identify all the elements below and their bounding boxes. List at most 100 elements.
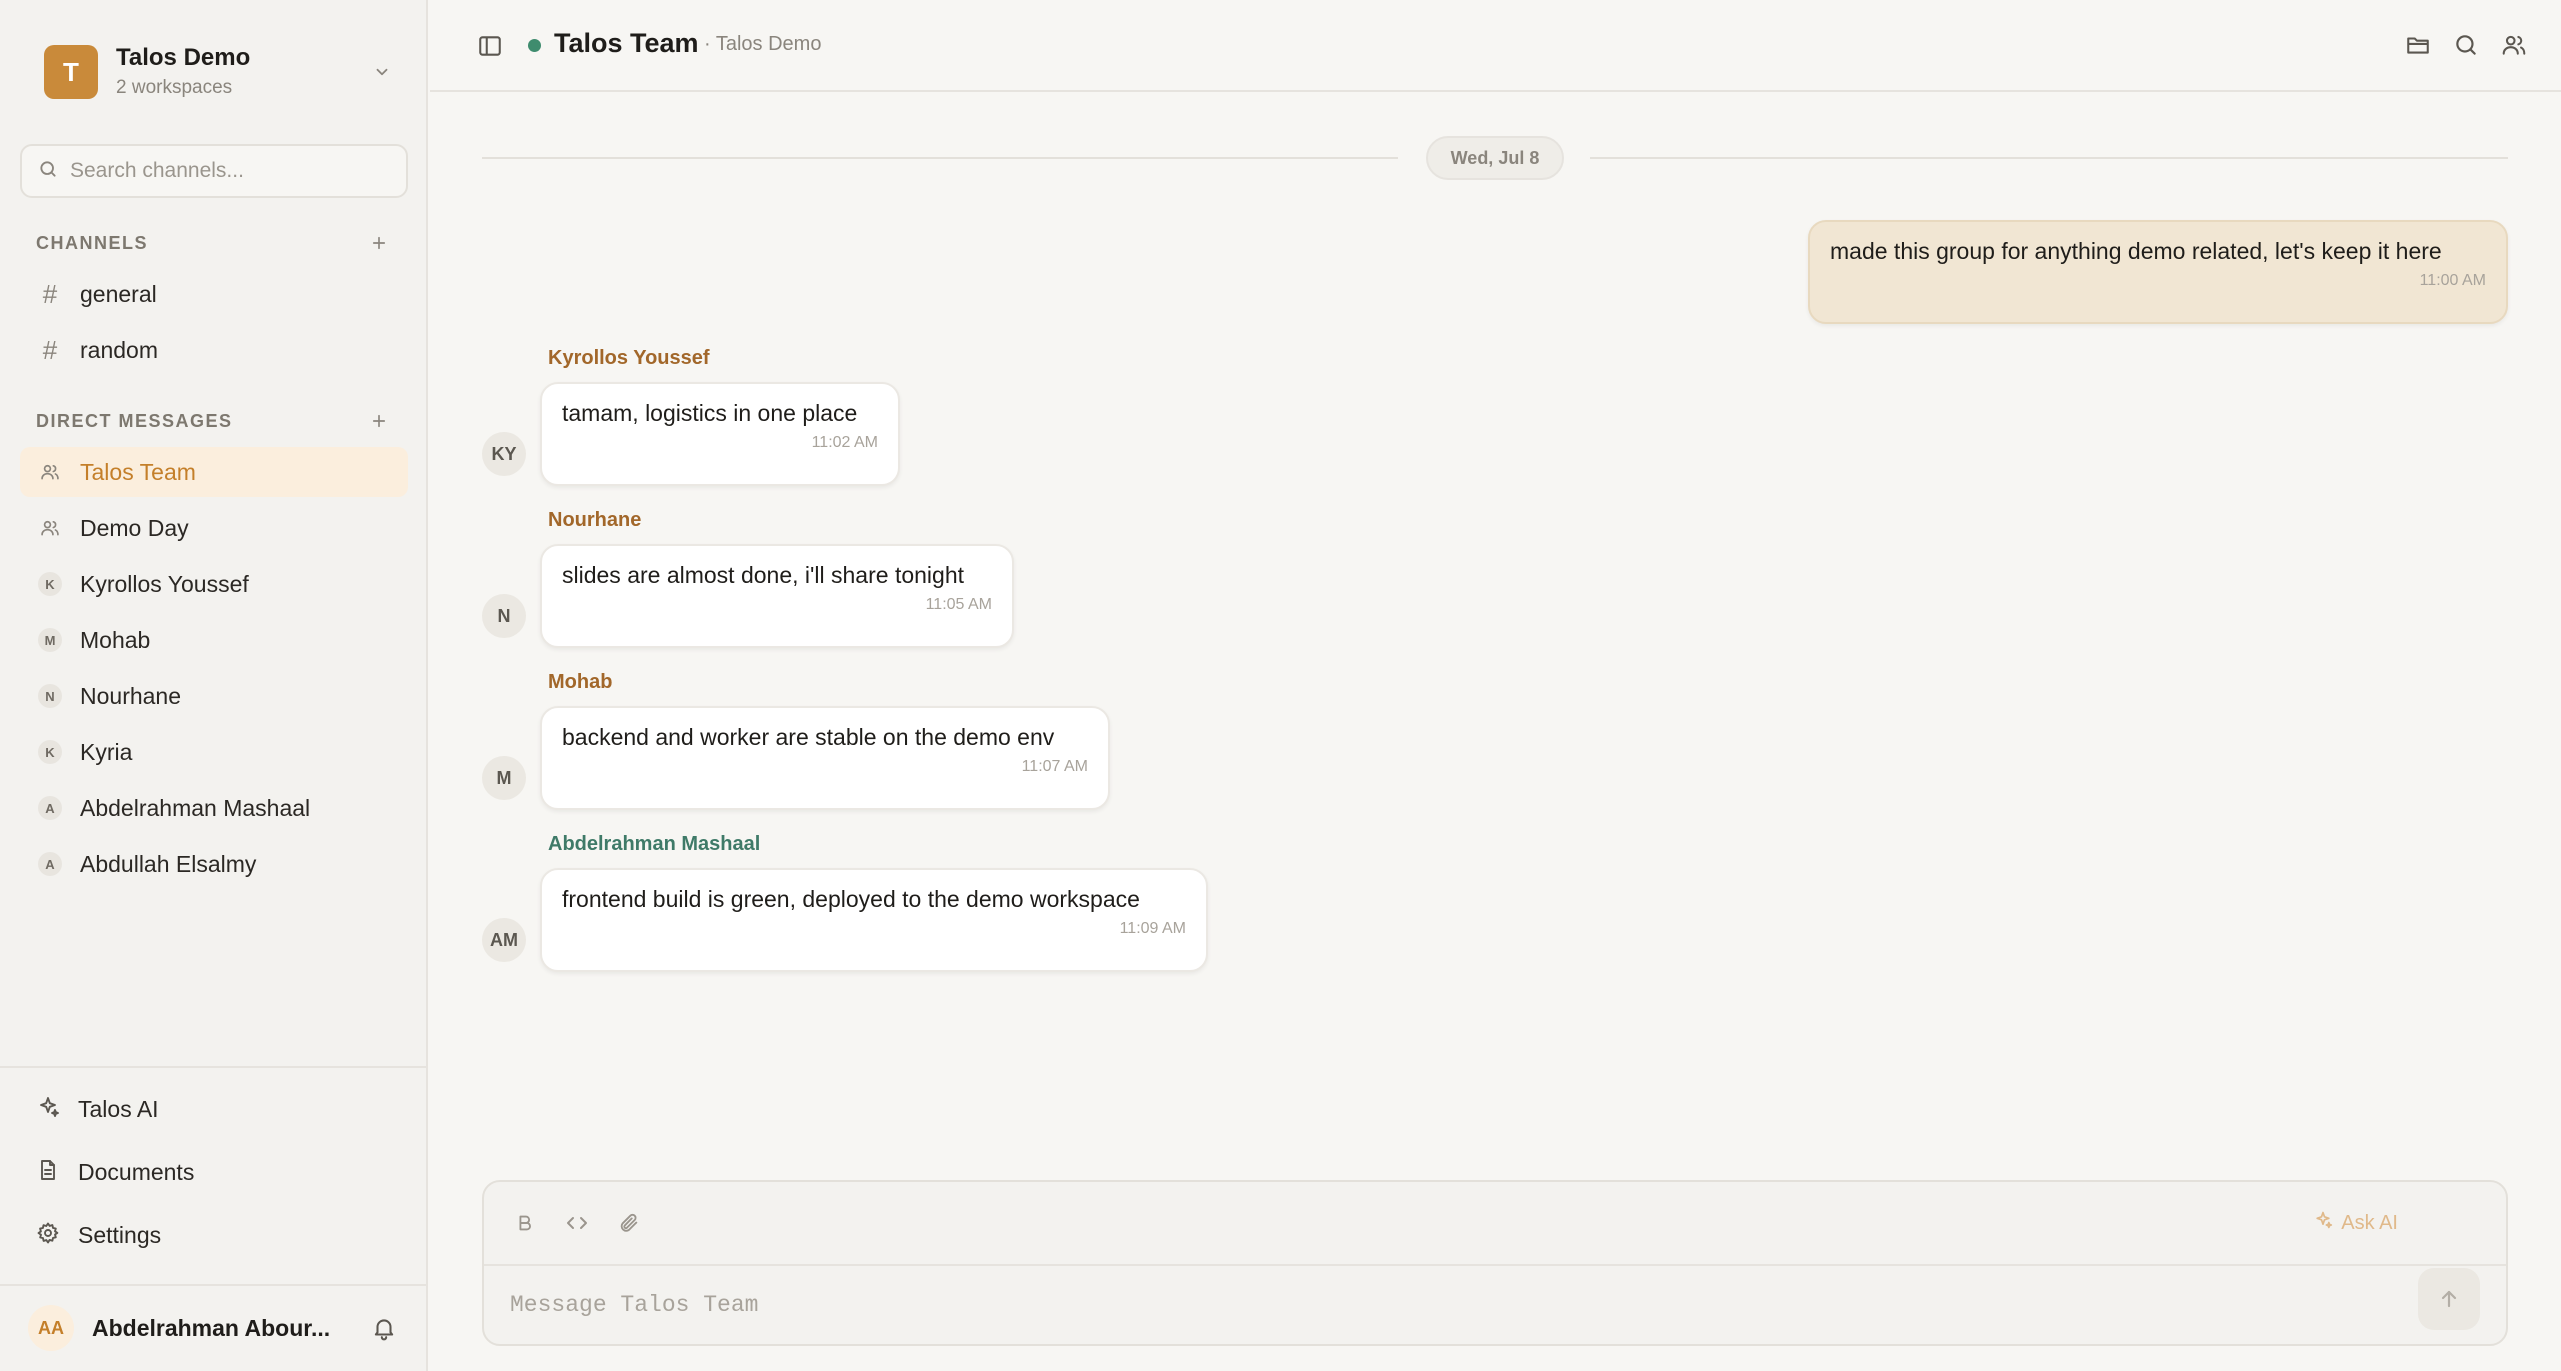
folder-icon[interactable] <box>2401 28 2435 62</box>
message-input[interactable] <box>510 1280 2350 1330</box>
message-sender: Nourhane <box>548 509 642 531</box>
page-title: Talos Team <box>554 28 699 58</box>
dm-avatar: A <box>38 852 62 876</box>
bell-icon[interactable] <box>368 1312 400 1344</box>
dm-label: Kyrollos Youssef <box>80 570 249 597</box>
channel-item-general[interactable]: # general <box>20 269 408 319</box>
dm-item-mohab[interactable]: M Mohab <box>20 615 408 665</box>
dm-item-kyrollos-youssef[interactable]: K Kyrollos Youssef <box>20 559 408 609</box>
message-text: slides are almost done, i'll share tonig… <box>562 562 964 588</box>
message-bubble-own[interactable]: made this group for anything demo relate… <box>1808 220 2508 324</box>
channel-label: general <box>80 280 157 307</box>
message-text: backend and worker are stable on the dem… <box>562 724 1055 750</box>
dm-avatar: M <box>38 628 62 652</box>
date-divider: Wed, Jul 8 <box>1426 136 1564 180</box>
group-icon <box>38 460 62 484</box>
status-dot <box>528 39 541 52</box>
message-bubble[interactable]: backend and worker are stable on the dem… <box>540 706 1110 810</box>
message-text: made this group for anything demo relate… <box>1830 238 2442 264</box>
channels-section-header: CHANNELS <box>36 228 392 258</box>
dm-avatar: K <box>38 740 62 764</box>
workspace-info: Talos Demo 2 workspaces <box>116 43 368 101</box>
dm-item-nourhane[interactable]: N Nourhane <box>20 671 408 721</box>
message-time: 11:07 AM <box>1021 758 1088 775</box>
workspace-switcher[interactable]: T Talos Demo 2 workspaces <box>44 40 396 104</box>
add-channel-icon[interactable] <box>366 230 392 256</box>
nav-label: Documents <box>78 1158 195 1185</box>
arrow-up-icon <box>2441 1290 2457 1308</box>
message-text: tamam, logistics in one place <box>562 400 858 426</box>
search-icon[interactable] <box>2449 28 2483 62</box>
nav-label: Settings <box>78 1221 162 1248</box>
message-time: 11:02 AM <box>811 434 878 451</box>
message-bubble[interactable]: slides are almost done, i'll share tonig… <box>540 544 1014 648</box>
send-button[interactable] <box>2418 1268 2480 1330</box>
user-bar-divider <box>0 1284 428 1286</box>
chevron-down-icon[interactable] <box>368 58 396 86</box>
gear-icon <box>36 1221 60 1250</box>
message-bubble[interactable]: tamam, logistics in one place 11:02 AM <box>540 382 900 486</box>
sidebar-divider <box>0 1066 428 1068</box>
ask-ai-label: Ask AI <box>2341 1211 2398 1234</box>
dm-item-abdullah-elsalmy[interactable]: A Abdullah Elsalmy <box>20 839 408 889</box>
workspace-subtitle: 2 workspaces <box>116 77 233 98</box>
avatar: AA <box>28 1305 74 1351</box>
composer-divider <box>484 1264 2506 1266</box>
date-divider-line <box>1590 157 2508 159</box>
sparkle-icon <box>36 1095 60 1124</box>
message-sender: Abdelrahman Mashaal <box>548 833 761 855</box>
avatar: M <box>482 756 526 800</box>
dm-label: Kyria <box>80 738 133 765</box>
current-user-bar[interactable]: AA Abdelrahman Abour... <box>28 1302 400 1354</box>
date-divider-line <box>482 157 1398 159</box>
search-icon <box>38 159 58 184</box>
current-user-name: Abdelrahman Abour... <box>92 1314 331 1341</box>
message-sender: Mohab <box>548 671 613 693</box>
dm-label: Abdullah Elsalmy <box>80 850 257 877</box>
paperclip-icon[interactable] <box>614 1208 644 1238</box>
group-icon <box>38 516 62 540</box>
hash-icon: # <box>42 278 58 309</box>
message-text: frontend build is green, deployed to the… <box>562 886 1140 912</box>
nav-label: Talos AI <box>78 1095 159 1122</box>
nav-talos-ai[interactable]: Talos AI <box>20 1083 408 1135</box>
dm-label: Mohab <box>80 626 151 653</box>
dm-section-header: DIRECT MESSAGES <box>36 406 392 436</box>
dm-item-kyria[interactable]: K Kyria <box>20 727 408 777</box>
nav-documents[interactable]: Documents <box>20 1146 408 1198</box>
document-icon <box>36 1158 60 1187</box>
dm-item-abdelrahman-mashaal[interactable]: A Abdelrahman Mashaal <box>20 783 408 833</box>
dm-avatar: K <box>38 572 62 596</box>
workspace-logo: T <box>44 45 98 99</box>
channel-label: random <box>80 336 158 363</box>
page-subtitle: · Talos Demo <box>704 33 822 55</box>
dm-item-demo-day[interactable]: Demo Day <box>20 503 408 553</box>
dm-label: Demo Day <box>80 514 189 541</box>
dm-item-talos-team[interactable]: Talos Team <box>20 447 408 497</box>
sparkle-icon <box>2313 1210 2333 1236</box>
hash-icon: # <box>42 334 58 365</box>
sidebar-toggle-icon[interactable] <box>474 30 506 62</box>
search-input[interactable] <box>70 159 390 183</box>
channel-item-random[interactable]: # random <box>20 325 408 375</box>
members-icon[interactable] <box>2497 28 2531 62</box>
bold-icon[interactable] <box>510 1208 540 1238</box>
chat-header: Talos Team · Talos Demo <box>430 0 2561 92</box>
avatar: AM <box>482 918 526 962</box>
avatar: N <box>482 594 526 638</box>
channel-search[interactable] <box>20 144 408 198</box>
message-time: 11:00 AM <box>2419 272 2486 289</box>
code-icon[interactable] <box>562 1208 592 1238</box>
nav-settings[interactable]: Settings <box>20 1209 408 1261</box>
add-dm-icon[interactable] <box>366 408 392 434</box>
message-bubble[interactable]: frontend build is green, deployed to the… <box>540 868 1208 972</box>
header-actions <box>2401 28 2531 62</box>
dm-label: Talos Team <box>80 458 196 485</box>
ask-ai-button[interactable]: Ask AI <box>2313 1210 2398 1236</box>
composer-toolbar <box>510 1208 644 1238</box>
message-composer: Ask AI <box>482 1180 2508 1346</box>
dm-label: Abdelrahman Mashaal <box>80 794 311 821</box>
message-sender: Kyrollos Youssef <box>548 347 710 369</box>
avatar: KY <box>482 432 526 476</box>
dm-title: DIRECT MESSAGES <box>36 410 233 431</box>
